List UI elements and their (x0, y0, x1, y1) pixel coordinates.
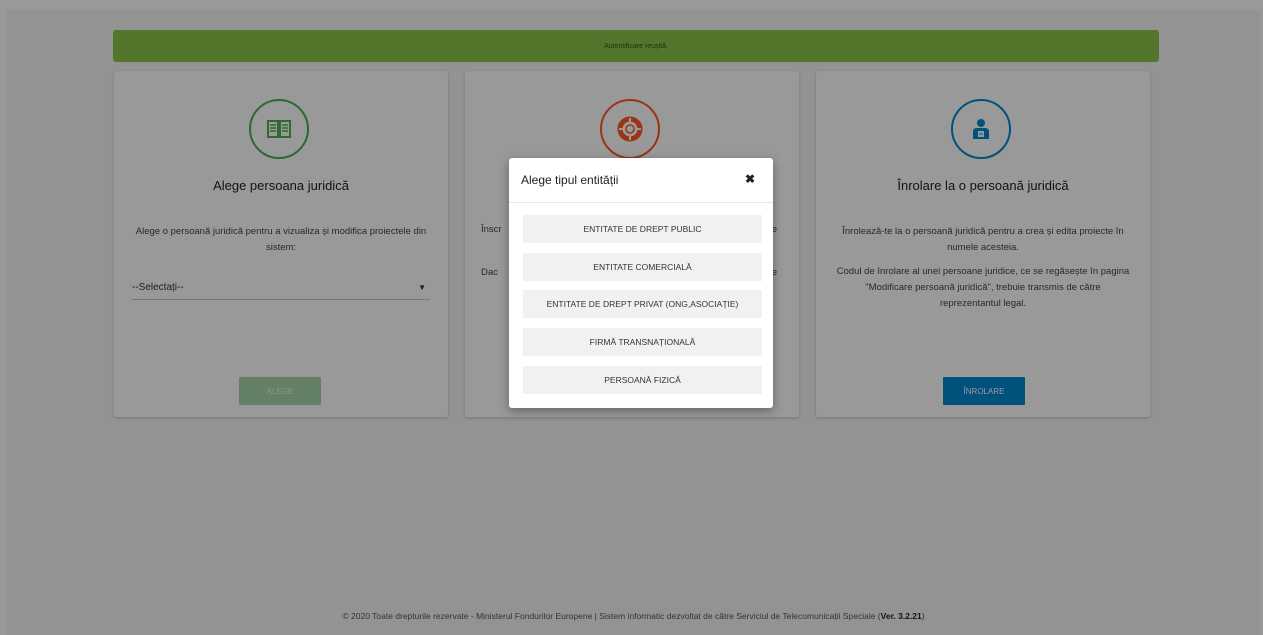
option-public-entity[interactable]: ENTITATE DE DREPT PUBLIC (523, 215, 762, 243)
dialog-header: Alege tipul entității ✖ (509, 158, 773, 203)
option-natural-person[interactable]: PERSOANĂ FIZICĂ (523, 366, 762, 394)
close-icon[interactable]: ✖ (745, 172, 755, 186)
option-commercial-entity[interactable]: ENTITATE COMERCIALĂ (523, 253, 762, 281)
entity-type-dialog: Alege tipul entității ✖ ENTITATE DE DREP… (509, 158, 773, 408)
option-private-entity[interactable]: ENTITATE DE DREPT PRIVAT (ONG,ASOCIAȚIE) (523, 290, 762, 318)
option-transnational-firm[interactable]: FIRMĂ TRANSNAȚIONALĂ (523, 328, 762, 356)
dialog-title: Alege tipul entității (521, 173, 619, 187)
